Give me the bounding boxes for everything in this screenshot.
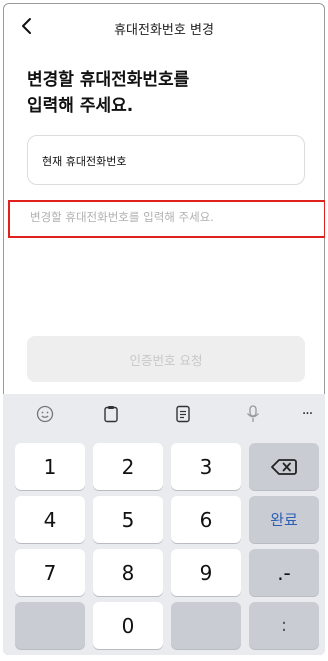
empty-key — [15, 602, 85, 649]
clipboard-icon[interactable] — [101, 404, 121, 424]
key-2[interactable]: 2 — [93, 443, 163, 490]
new-phone-input[interactable] — [30, 210, 310, 224]
key-7[interactable]: 7 — [15, 549, 85, 596]
key-1[interactable]: 1 — [15, 443, 85, 490]
new-phone-field[interactable] — [8, 200, 325, 238]
done-key[interactable]: 완료 — [249, 496, 319, 543]
done-key-label: 완료 — [270, 511, 298, 529]
backspace-icon — [271, 458, 297, 475]
headline-line-2: 입력해 주세요. — [27, 96, 134, 116]
backspace-key[interactable] — [249, 443, 319, 490]
key-3[interactable]: 3 — [171, 443, 241, 490]
request-verification-button[interactable]: 인증번호 요청 — [27, 336, 305, 382]
colon-key[interactable]: : — [249, 602, 319, 649]
numeric-keyboard: ··· 1 2 3 4 5 6 완료 7 8 9 .- 0 : — [3, 394, 325, 655]
key-0[interactable]: 0 — [93, 602, 163, 649]
key-6[interactable]: 6 — [171, 496, 241, 543]
screen: 휴대전화번호 변경 변경할 휴대전화번호를 입력해 주세요. 현재 휴대전화번호… — [3, 3, 325, 655]
current-phone-field: 현재 휴대전화번호 — [27, 135, 305, 185]
key-4[interactable]: 4 — [15, 496, 85, 543]
page-title: 휴대전화번호 변경 — [114, 23, 214, 38]
headline: 변경할 휴대전화번호를 입력해 주세요. — [27, 67, 189, 119]
key-5[interactable]: 5 — [93, 496, 163, 543]
empty-key-2 — [171, 602, 241, 649]
more-icon[interactable]: ··· — [297, 404, 317, 424]
header: 휴대전화번호 변경 — [3, 3, 325, 53]
emoji-icon[interactable] — [35, 404, 55, 424]
key-8[interactable]: 8 — [93, 549, 163, 596]
keyboard-toolbar: ··· — [3, 394, 325, 434]
headline-line-1: 변경할 휴대전화번호를 — [27, 70, 190, 90]
key-9[interactable]: 9 — [171, 549, 241, 596]
memo-icon[interactable] — [173, 404, 193, 424]
dot-dash-key[interactable]: .- — [249, 549, 319, 596]
mic-icon[interactable] — [243, 404, 263, 424]
current-phone-label: 현재 휴대전화번호 — [42, 155, 127, 168]
